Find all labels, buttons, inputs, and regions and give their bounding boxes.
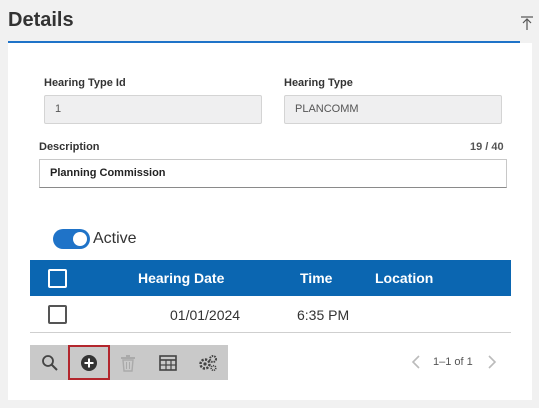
add-icon [81, 354, 97, 371]
settings-icon [199, 354, 217, 371]
hearing-type-id-field: 1 [44, 95, 262, 124]
active-label: Active [93, 230, 137, 247]
description-char-counter: 19 / 40 [470, 141, 504, 153]
columns-button[interactable] [150, 345, 186, 380]
columns-icon [159, 354, 177, 371]
next-page-icon[interactable] [485, 354, 499, 370]
toggle-knob [73, 232, 87, 246]
column-header-time[interactable]: Time [300, 270, 332, 286]
settings-button[interactable] [190, 345, 226, 380]
hearing-date-cell: 01/01/2024 [170, 307, 241, 323]
row-checkbox[interactable] [48, 305, 67, 324]
search-icon [42, 354, 58, 371]
search-button[interactable] [32, 345, 68, 380]
column-header-location[interactable]: Location [375, 270, 433, 286]
pager-range-text: 1–1 of 1 [433, 356, 473, 368]
previous-page-icon[interactable] [409, 354, 423, 370]
delete-icon [121, 354, 135, 372]
description-label: Description [39, 141, 100, 153]
details-header: Details [0, 0, 539, 44]
add-button[interactable] [68, 345, 110, 380]
description-input[interactable]: Planning Commission [39, 159, 507, 188]
column-header-hearing-date[interactable]: Hearing Date [138, 270, 224, 286]
select-all-checkbox[interactable] [48, 269, 67, 288]
grid-toolbar [30, 345, 228, 380]
active-toggle[interactable] [53, 229, 90, 249]
collapse-up-icon[interactable] [520, 15, 534, 31]
hearing-type-field: PLANCOMM [284, 95, 502, 124]
time-cell: 6:35 PM [297, 307, 350, 323]
grid-header: Hearing Date Time Location [30, 260, 511, 296]
hearing-type-id-label: Hearing Type Id [44, 77, 126, 89]
delete-button[interactable] [110, 345, 146, 380]
hearing-type-label: Hearing Type [284, 77, 353, 89]
page-title: Details [8, 9, 74, 31]
table-row[interactable]: 01/01/2024 6:35 PM [30, 296, 511, 333]
